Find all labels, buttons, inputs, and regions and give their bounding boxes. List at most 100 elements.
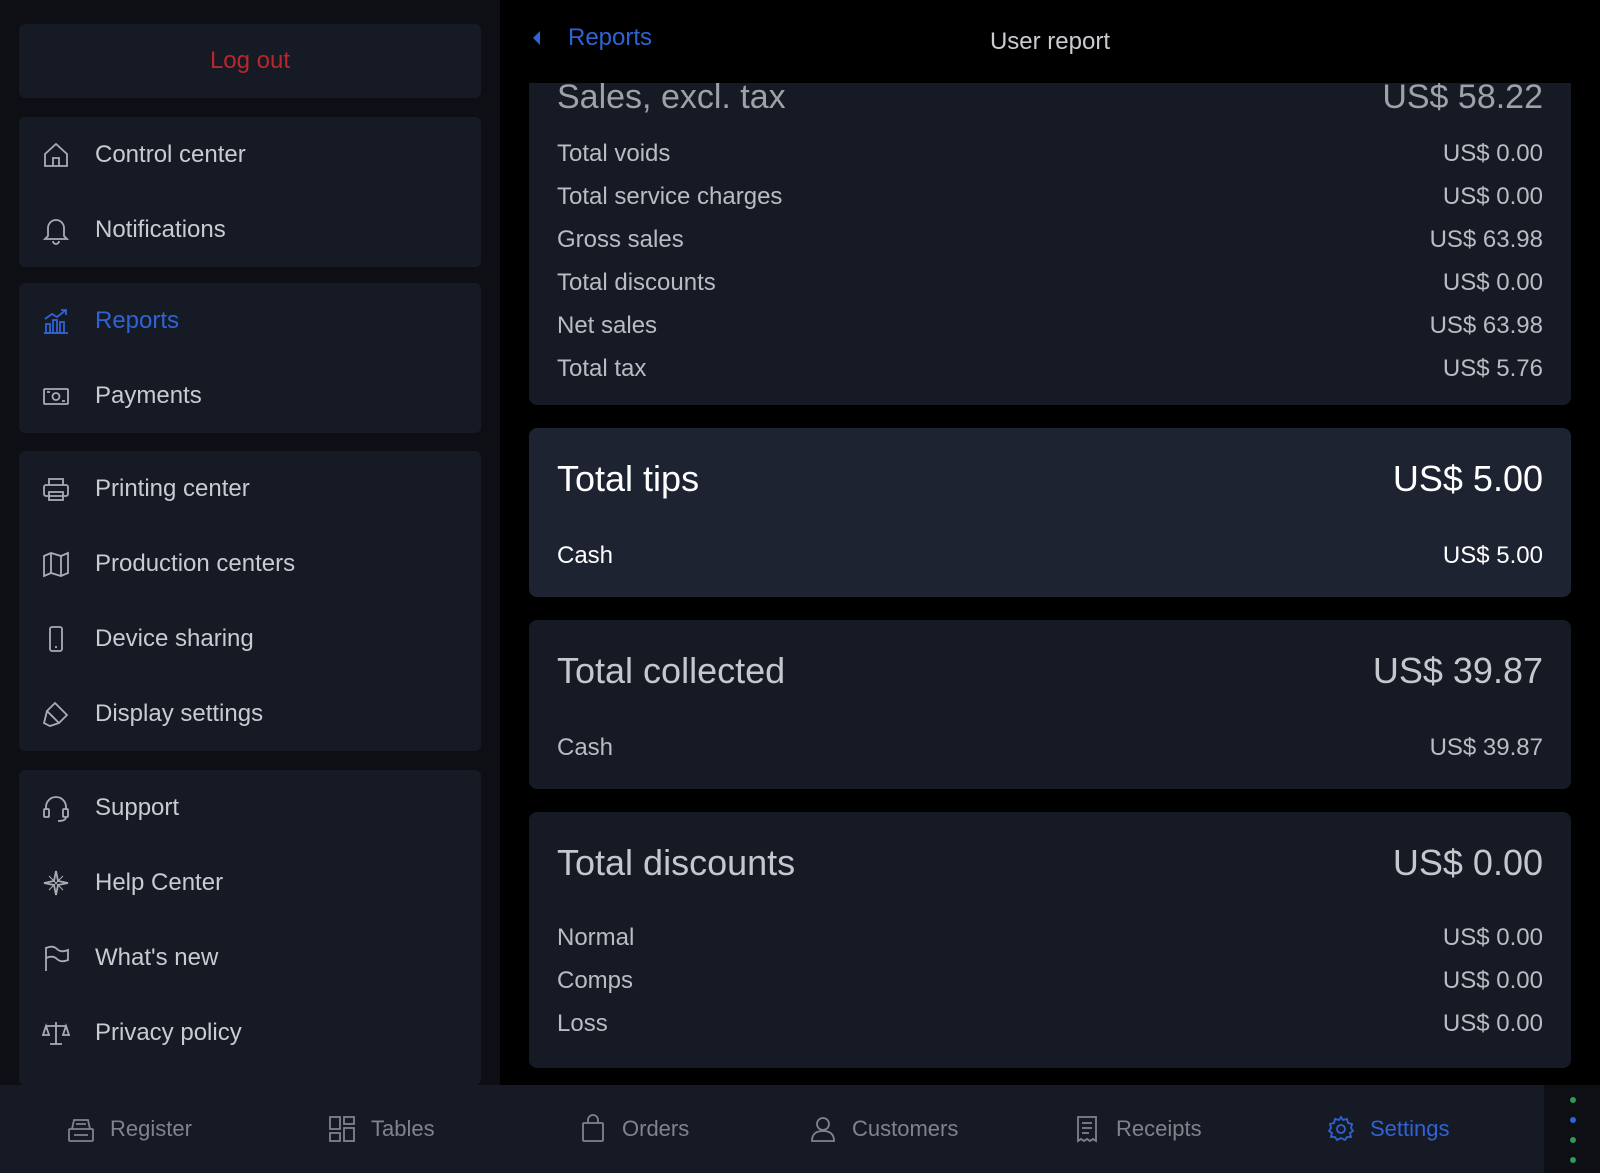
sidebar-item-label: Help Center xyxy=(95,868,224,896)
sidebar-item-reports[interactable]: Reports xyxy=(19,283,481,358)
gear-icon xyxy=(1327,1115,1355,1142)
tab-customers[interactable]: Customers xyxy=(808,1085,958,1173)
dot-icon xyxy=(1570,1117,1576,1123)
sidebar-item-label: Device sharing xyxy=(95,624,254,652)
sidebar-item-notifications[interactable]: Notifications xyxy=(19,192,481,267)
register-icon xyxy=(68,1119,94,1142)
tips-card[interactable]: Total tips US$ 5.00 Cash US$ 5.00 xyxy=(529,428,1571,597)
tab-label: Register xyxy=(110,1116,192,1141)
tab-label: Orders xyxy=(622,1116,690,1141)
row-label: Gross sales xyxy=(557,225,684,253)
collected-row-cash: Cash US$ 39.87 xyxy=(529,734,1571,762)
discounts-row-loss: Loss US$ 0.00 xyxy=(529,1002,1571,1045)
sales-row-net-sales: Net sales US$ 63.98 xyxy=(529,304,1571,347)
sidebar-item-label: Printing center xyxy=(95,474,250,502)
discounts-card[interactable]: Total discounts US$ 0.00 Normal US$ 0.00… xyxy=(529,812,1571,1068)
home-icon xyxy=(41,140,71,170)
tab-settings[interactable]: Settings xyxy=(1326,1085,1450,1173)
sidebar-item-display-settings[interactable]: Display settings xyxy=(19,676,481,751)
sidebar-item-privacy-policy[interactable]: Privacy policy xyxy=(19,995,481,1070)
sidebar-group-reports: Reports Payments xyxy=(19,283,481,433)
sidebar-group-main: Control center Notifications xyxy=(19,117,481,267)
discounts-row-comps: Comps US$ 0.00 xyxy=(529,959,1571,1002)
tab-orders[interactable]: Orders xyxy=(578,1085,689,1173)
sidebar-item-device-sharing[interactable]: Device sharing xyxy=(19,601,481,676)
logout-button[interactable]: Log out xyxy=(19,24,481,98)
cash-icon xyxy=(41,381,71,411)
row-value: US$ 0.00 xyxy=(1442,182,1543,210)
sidebar-item-label: Payments xyxy=(95,381,202,409)
tips-row-cash: Cash US$ 5.00 xyxy=(529,542,1571,570)
row-label: Total tax xyxy=(557,354,647,382)
sidebar-item-whats-new[interactable]: What's new xyxy=(19,920,481,995)
tab-label: Customers xyxy=(852,1116,959,1141)
tab-label: Tables xyxy=(371,1116,435,1141)
tab-label: Receipts xyxy=(1116,1116,1202,1141)
row-label: Total voids xyxy=(557,139,671,167)
tab-receipts[interactable]: Receipts xyxy=(1072,1085,1202,1173)
row-value: US$ 0.00 xyxy=(1442,1009,1543,1037)
sidebar-item-label: Support xyxy=(95,793,180,821)
tips-total: US$ 5.00 xyxy=(1392,458,1543,499)
sidebar-item-label: Notifications xyxy=(95,215,226,243)
sidebar-item-help-center[interactable]: Help Center xyxy=(19,845,481,920)
tab-label: Settings xyxy=(1370,1116,1450,1141)
tab-tables[interactable]: Tables xyxy=(327,1085,435,1173)
row-value: US$ 5.00 xyxy=(1442,542,1543,569)
sales-row-total-tax: Total tax US$ 5.76 xyxy=(529,347,1571,390)
sidebar-item-label: Reports xyxy=(95,306,180,334)
row-value: US$ 0.00 xyxy=(1442,966,1543,994)
tips-header: Total tips US$ 5.00 xyxy=(529,458,1571,500)
sales-row-gross-sales: Gross sales US$ 63.98 xyxy=(529,218,1571,261)
sidebar-item-label: Privacy policy xyxy=(95,1018,242,1046)
sales-cut-row: Sales, excl. tax US$ 58.22 xyxy=(557,78,1543,117)
sidebar-item-label: Display settings xyxy=(95,699,264,727)
row-label: Cash xyxy=(557,542,614,569)
row-label: Net sales xyxy=(557,311,658,339)
report-panel: Sales, excl. tax US$ 58.22 Total voids U… xyxy=(500,0,1600,1085)
row-value: US$ 5.76 xyxy=(1442,354,1543,382)
headset-icon xyxy=(41,793,71,823)
collected-card[interactable]: Total collected US$ 39.87 Cash US$ 39.87 xyxy=(529,620,1571,789)
sidebar-item-label: What's new xyxy=(95,943,219,971)
collected-total: US$ 39.87 xyxy=(1372,650,1543,691)
sales-row-total-discounts: Total discounts US$ 0.00 xyxy=(529,261,1571,304)
discounts-row-normal: Normal US$ 0.00 xyxy=(529,916,1571,959)
sales-cut-label: Sales, excl. tax xyxy=(557,78,786,116)
tips-title: Total tips xyxy=(557,458,700,499)
discounts-title: Total discounts xyxy=(557,842,796,883)
bag-icon xyxy=(582,1114,604,1142)
collected-header: Total collected US$ 39.87 xyxy=(529,650,1571,692)
sales-row-service-charges: Total service charges US$ 0.00 xyxy=(529,175,1571,218)
row-label: Normal xyxy=(557,923,635,951)
compass-icon xyxy=(41,868,71,898)
row-value: US$ 39.87 xyxy=(1429,734,1543,761)
phone-icon xyxy=(41,624,71,654)
row-label: Loss xyxy=(557,1009,608,1037)
sidebar-item-control-center[interactable]: Control center xyxy=(19,117,481,192)
sidebar-item-printing-center[interactable]: Printing center xyxy=(19,451,481,526)
sidebar-item-production-centers[interactable]: Production centers xyxy=(19,526,481,601)
chart-icon xyxy=(41,306,71,336)
sidebar-item-label: Control center xyxy=(95,140,246,168)
more-menu-button[interactable] xyxy=(1544,1085,1600,1173)
tables-icon xyxy=(329,1116,355,1142)
sales-cut-value: US$ 58.22 xyxy=(1382,78,1543,116)
sidebar: Log out Control center Notifications Rep… xyxy=(0,0,500,1085)
dot-icon xyxy=(1570,1097,1576,1103)
sidebar-item-payments[interactable]: Payments xyxy=(19,358,481,433)
row-value: US$ 0.00 xyxy=(1442,139,1543,167)
printer-icon xyxy=(41,474,71,504)
discounts-total: US$ 0.00 xyxy=(1392,842,1543,883)
row-value: US$ 0.00 xyxy=(1442,923,1543,951)
row-label: Total service charges xyxy=(557,182,783,210)
dot-icon xyxy=(1570,1137,1576,1143)
sidebar-item-label: Production centers xyxy=(95,549,296,577)
row-value: US$ 63.98 xyxy=(1429,225,1543,253)
receipt-icon xyxy=(1077,1116,1097,1143)
sidebar-item-support[interactable]: Support xyxy=(19,770,481,845)
tab-register[interactable]: Register xyxy=(66,1085,192,1173)
dot-icon xyxy=(1570,1157,1576,1163)
scale-icon xyxy=(41,1018,71,1048)
paint-icon xyxy=(41,699,71,729)
